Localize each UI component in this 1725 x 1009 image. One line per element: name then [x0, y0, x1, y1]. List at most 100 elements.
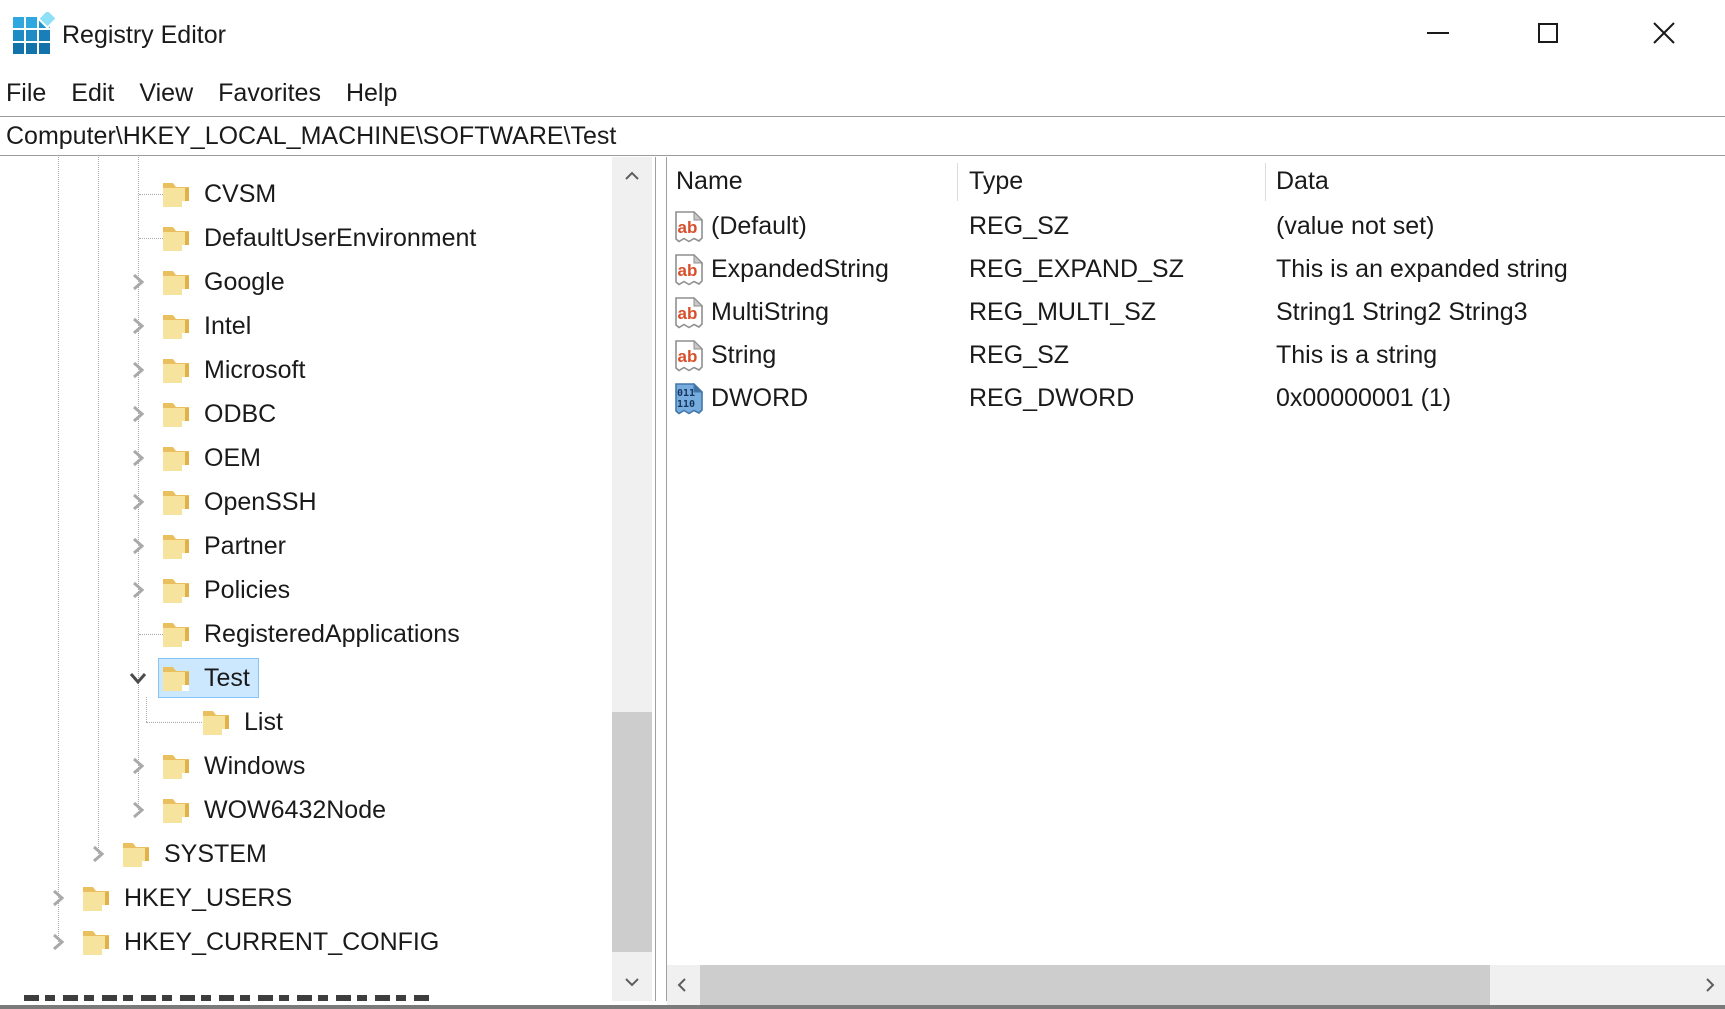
chevron-down-icon[interactable]: [118, 666, 158, 690]
value-row-multistring[interactable]: MultiString REG_MULTI_SZ String1 String2…: [667, 291, 1725, 334]
column-header-data[interactable]: Data: [1265, 167, 1725, 196]
maximize-button[interactable]: [1503, 0, 1593, 66]
folder-icon: [202, 707, 230, 737]
value-row-expandedstring[interactable]: ExpandedString REG_EXPAND_SZ This is an …: [667, 248, 1725, 291]
menu-bar: File Edit View Favorites Help: [0, 70, 1725, 117]
value-type: REG_SZ: [969, 341, 1070, 369]
tree-item-registeredapplications[interactable]: RegisteredApplications: [0, 612, 612, 656]
folder-icon: [162, 795, 190, 825]
tree-item-label: Windows: [204, 751, 306, 780]
value-list-pane: Name Type Data (Default) REG_SZ (value n…: [667, 157, 1725, 1001]
value-row-default[interactable]: (Default) REG_SZ (value not set): [667, 205, 1725, 248]
folder-icon: [162, 267, 190, 297]
tree-item-intel[interactable]: Intel: [0, 304, 612, 348]
column-divider[interactable]: [957, 163, 958, 201]
menu-view[interactable]: View: [139, 79, 193, 108]
tree-item-windows[interactable]: Windows: [0, 744, 612, 788]
chevron-right-icon[interactable]: [38, 930, 78, 954]
tree-item-defaultuserenvironment[interactable]: DefaultUserEnvironment: [0, 216, 612, 260]
value-type: REG_SZ: [969, 212, 1070, 240]
chevron-right-icon[interactable]: [118, 754, 158, 778]
list-scrollbar-thumb[interactable]: [700, 965, 1490, 1005]
tree-item-policies[interactable]: Policies: [0, 568, 612, 612]
scroll-left-arrow-icon[interactable]: [667, 965, 697, 1005]
chevron-right-icon[interactable]: [118, 534, 158, 558]
tree-item-partner[interactable]: Partner: [0, 524, 612, 568]
folder-icon: [162, 619, 190, 649]
column-header-name[interactable]: Name: [667, 167, 957, 196]
window-title: Registry Editor: [62, 20, 226, 49]
column-divider[interactable]: [1265, 163, 1266, 201]
tree-item-label: CVSM: [204, 179, 277, 208]
registry-editor-icon: [12, 7, 59, 63]
menu-edit[interactable]: Edit: [71, 79, 114, 108]
chevron-right-icon[interactable]: [78, 842, 118, 866]
tree-vertical-scrollbar[interactable]: [612, 157, 652, 1001]
folder-icon: [162, 179, 190, 209]
tree-item-system[interactable]: SYSTEM: [0, 832, 612, 876]
value-type: REG_EXPAND_SZ: [969, 255, 1184, 283]
chevron-right-icon[interactable]: [118, 358, 158, 382]
scroll-right-arrow-icon[interactable]: [1695, 965, 1725, 1005]
scroll-down-arrow-icon[interactable]: [612, 963, 652, 1001]
list-horizontal-scrollbar[interactable]: [667, 965, 1725, 1005]
folder-icon: [162, 531, 190, 561]
column-header-type[interactable]: Type: [957, 167, 1265, 196]
value-type: REG_DWORD: [969, 384, 1135, 412]
chevron-right-icon[interactable]: [38, 886, 78, 910]
tree-item-test[interactable]: Test: [0, 656, 612, 700]
string-value-icon: [674, 254, 704, 286]
tree-item-list[interactable]: List: [0, 700, 612, 744]
scroll-up-arrow-icon[interactable]: [612, 157, 652, 195]
clipped-tree-row: [24, 995, 432, 1001]
value-name: MultiString: [711, 298, 830, 326]
value-row-string[interactable]: String REG_SZ This is a string: [667, 334, 1725, 377]
chevron-right-icon[interactable]: [118, 798, 158, 822]
tree-scrollbar-thumb[interactable]: [612, 712, 652, 952]
tree-item-wow6432node[interactable]: WOW6432Node: [0, 788, 612, 832]
tree-item-label: HKEY_CURRENT_CONFIG: [124, 927, 440, 956]
value-row-dword[interactable]: DWORD REG_DWORD 0x00000001 (1): [667, 377, 1725, 420]
address-bar-input[interactable]: Computer\HKEY_LOCAL_MACHINE\SOFTWARE\Tes…: [6, 122, 616, 151]
tree-item-oem[interactable]: OEM: [0, 436, 612, 480]
tree-item-odbc[interactable]: ODBC: [0, 392, 612, 436]
chevron-right-icon[interactable]: [118, 446, 158, 470]
folder-icon: [162, 751, 190, 781]
tree-item-hkey-users[interactable]: HKEY_USERS: [0, 876, 612, 920]
tree-item-label: RegisteredApplications: [204, 619, 460, 648]
pane-splitter[interactable]: [655, 157, 656, 1001]
tree-item-label: Partner: [204, 531, 286, 560]
folder-icon: [82, 883, 110, 913]
chevron-right-icon[interactable]: [118, 270, 158, 294]
close-button[interactable]: [1619, 0, 1709, 66]
chevron-right-icon[interactable]: [118, 314, 158, 338]
tree-item-label: Microsoft: [204, 355, 306, 384]
tree-item-label: DefaultUserEnvironment: [204, 223, 477, 252]
menu-favorites[interactable]: Favorites: [218, 79, 321, 108]
folder-icon: [162, 355, 190, 385]
value-data: String1 String2 String3: [1276, 298, 1528, 326]
chevron-right-icon[interactable]: [118, 578, 158, 602]
folder-icon: [122, 839, 150, 869]
menu-help[interactable]: Help: [346, 79, 397, 108]
tree-item-label: Google: [204, 267, 285, 296]
tree-item-openssh[interactable]: OpenSSH: [0, 480, 612, 524]
minimize-button[interactable]: [1393, 0, 1483, 66]
value-name: DWORD: [711, 384, 809, 412]
tree-item-hkey-current-config[interactable]: HKEY_CURRENT_CONFIG: [0, 920, 612, 964]
tree-item-microsoft[interactable]: Microsoft: [0, 348, 612, 392]
title-bar: Registry Editor: [0, 0, 1725, 70]
dword-value-icon: [674, 383, 704, 415]
list-header: Name Type Data: [667, 157, 1725, 205]
tree-item-cvsm[interactable]: CVSM: [0, 172, 612, 216]
chevron-right-icon[interactable]: [118, 490, 158, 514]
tree-item-google[interactable]: Google: [0, 260, 612, 304]
selected-tree-item[interactable]: Test: [158, 658, 259, 698]
value-data: (value not set): [1276, 212, 1435, 240]
menu-file[interactable]: File: [6, 79, 46, 108]
folder-icon: [162, 575, 190, 605]
tree-item-label: HKEY_USERS: [124, 883, 293, 912]
chevron-right-icon[interactable]: [118, 402, 158, 426]
